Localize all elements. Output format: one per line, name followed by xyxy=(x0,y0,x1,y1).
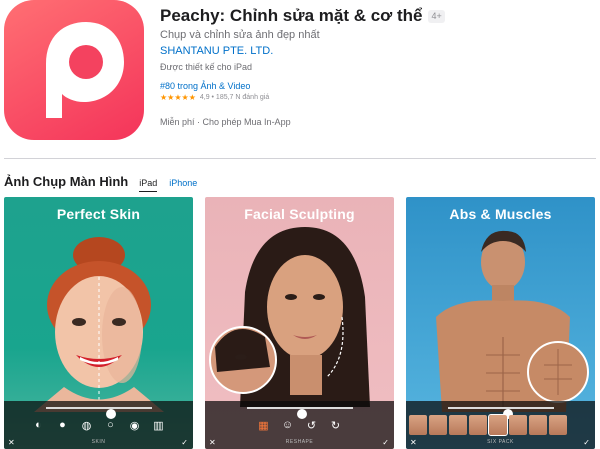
abs-thumbnail[interactable] xyxy=(449,415,467,435)
abs-thumbnail[interactable] xyxy=(429,415,447,435)
tab-iphone[interactable]: iPhone xyxy=(169,178,197,191)
reset-icon[interactable]: ↺ xyxy=(305,418,319,432)
screenshot-perfect-skin[interactable]: Perfect Skin ◐ ● ◍ ○ ◉ ▥ SKIN ✕ ✓ xyxy=(4,197,193,449)
screenshot-caption: Abs & Muscles xyxy=(449,206,552,222)
close-icon[interactable]: ✕ xyxy=(209,438,216,447)
app-info: Peachy: Chỉnh sửa mặt & cơ thể 4+ Chụp v… xyxy=(160,6,590,127)
abs-thumbnail[interactable] xyxy=(529,415,547,435)
eye-icon[interactable]: ◉ xyxy=(128,418,142,432)
screenshots-title: Ảnh Chụp Màn Hình xyxy=(4,174,129,189)
developer-link[interactable]: SHANTANU PTE. LTD. xyxy=(160,45,273,57)
drop-icon[interactable]: ● xyxy=(56,418,70,432)
toolbar-label: SKIN xyxy=(91,439,106,445)
abs-thumbnail[interactable] xyxy=(409,415,427,435)
tab-ipad[interactable]: iPad xyxy=(139,178,158,192)
face-icon[interactable]: ☺ xyxy=(281,418,295,432)
close-icon[interactable]: ✕ xyxy=(8,438,15,447)
acne-icon[interactable]: ◍ xyxy=(80,418,94,432)
app-icon xyxy=(4,0,144,140)
check-icon[interactable]: ✓ xyxy=(382,438,389,447)
abs-thumbnail[interactable] xyxy=(469,415,487,435)
app-title: Peachy: Chỉnh sửa mặt & cơ thể xyxy=(160,6,423,25)
redo-icon[interactable]: ↻ xyxy=(329,418,343,432)
price-info: Miễn phí · Cho phép Mua In-App xyxy=(160,117,291,127)
screenshot-abs-muscles[interactable]: Abs & Muscles SIX PACK ✕ ✓ xyxy=(406,197,595,449)
rating-row: ★★★★★ 4,9 • 185,7 N đánh giá xyxy=(160,93,590,102)
section-divider xyxy=(4,158,596,159)
toolbar-label: RESHAPE xyxy=(285,439,314,445)
grid-icon[interactable]: ▦ xyxy=(257,418,271,432)
star-rating-icon: ★★★★★ xyxy=(160,93,196,102)
editor-toolbar: ◐ ● ◍ ○ ◉ ▥ SKIN ✕ ✓ xyxy=(4,401,193,449)
screenshot-facial-sculpting[interactable]: Facial Sculpting ▦ ☺ ↺ ↻ RESHAPE ✕ ✓ xyxy=(205,197,394,449)
app-subtitle: Chụp và chỉnh sửa ảnh đẹp nhất xyxy=(160,29,320,41)
abs-thumbnail[interactable] xyxy=(549,415,567,435)
editor-toolbar: ▦ ☺ ↺ ↻ RESHAPE ✕ ✓ xyxy=(205,401,394,449)
smooth-icon[interactable]: ◐ xyxy=(32,418,46,432)
intensity-slider[interactable] xyxy=(46,407,152,419)
check-icon[interactable]: ✓ xyxy=(583,438,590,447)
check-icon[interactable]: ✓ xyxy=(181,438,188,447)
category-rank-link[interactable]: #80 trong Ảnh & Video xyxy=(160,81,590,91)
screenshot-caption: Perfect Skin xyxy=(56,206,141,222)
screenshot-caption: Facial Sculpting xyxy=(244,206,355,222)
close-icon[interactable]: ✕ xyxy=(410,438,417,447)
circle-icon[interactable]: ○ xyxy=(104,418,118,432)
teeth-icon[interactable]: ▥ xyxy=(152,418,166,432)
peachy-logo-icon xyxy=(46,22,124,118)
editor-toolbar: SIX PACK ✕ ✓ xyxy=(406,401,595,449)
intensity-slider[interactable] xyxy=(448,407,554,419)
age-rating-badge: 4+ xyxy=(428,9,445,23)
intensity-slider[interactable] xyxy=(247,407,353,419)
abs-thumbnail[interactable] xyxy=(509,415,527,435)
screenshots-header: Ảnh Chụp Màn Hình iPad iPhone xyxy=(4,174,209,192)
abs-thumbnail[interactable] xyxy=(488,414,508,436)
rating-text: 4,9 • 185,7 N đánh giá xyxy=(199,94,270,101)
abs-thumbnails xyxy=(409,414,592,436)
designed-for-ipad: Được thiết kế cho iPad xyxy=(160,62,252,72)
toolbar-label: SIX PACK xyxy=(487,439,514,445)
